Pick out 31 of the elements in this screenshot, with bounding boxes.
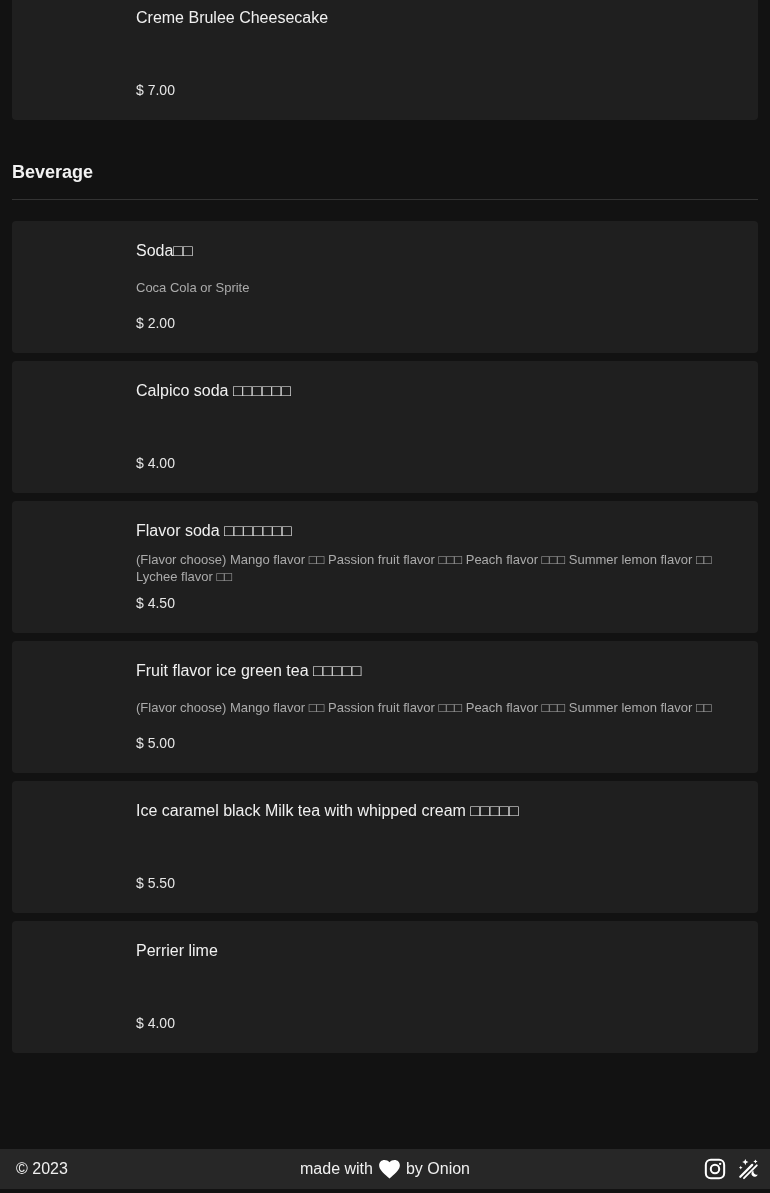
item-name: Creme Brulee Cheesecake [136, 8, 329, 28]
item-name: Ice caramel black Milk tea with whipped cream □□□□□ [136, 801, 519, 821]
item-price: $ 5.00 [136, 734, 175, 753]
magic-wand-icon[interactable] [738, 1158, 760, 1180]
item-price: $ 7.00 [136, 81, 175, 100]
item-description: (Flavor choose) Mango flavor □□ Passion fruit flavor □□□ Peach flavor □□□ Summer lemon flavor □□ Lychee flavor □□ [136, 550, 713, 585]
item-description: Coca Cola or Sprite [136, 279, 250, 296]
menu-item-card[interactable]: Perrier lime $ 4.00 [12, 921, 758, 1053]
menu-item-card[interactable]: Calpico soda □□□□□□ $ 4.00 [12, 361, 758, 493]
item-name: Calpico soda □□□□□□ [136, 381, 291, 401]
menu-item-card[interactable]: Soda□□ Coca Cola or Sprite $ 2.00 [12, 221, 758, 353]
menu-item-card[interactable]: Flavor soda □□□□□□□ (Flavor choose) Mango flavor □□ Passion fruit flavor □□□ Peach flavor □□□ Summer lemon flavor □□ Lychee flavor □□ $ 4.50 [12, 501, 758, 633]
item-price: $ 4.00 [136, 1014, 175, 1033]
copyright-text: © 2023 [16, 1160, 68, 1177]
menu-item-card[interactable]: Fruit flavor ice green tea □□□□□ (Flavor choose) Mango flavor □□ Passion fruit flavor □□□ Peach flavor □□□ Summer lemon flavor □□ $ 5.00 [12, 641, 758, 773]
item-name: Soda□□ [136, 241, 193, 261]
menu-item-card[interactable]: Ice caramel black Milk tea with whipped cream □□□□□ $ 5.50 [12, 781, 758, 913]
item-price: $ 4.50 [136, 594, 175, 613]
instagram-icon[interactable] [704, 1158, 726, 1180]
item-price: $ 5.50 [136, 874, 175, 893]
section-heading: Beverage [12, 161, 94, 184]
item-price: $ 4.00 [136, 454, 175, 473]
item-price: $ 2.00 [136, 314, 175, 333]
author-text: by Onion [405, 1160, 470, 1178]
menu-item-card[interactable]: Creme Brulee Cheesecake $ 7.00 [12, 0, 758, 120]
item-description: (Flavor choose) Mango flavor □□ Passion fruit flavor □□□ Peach flavor □□□ Summer lemon flavor □□ [136, 699, 712, 716]
item-name: Fruit flavor ice green tea □□□□□ [136, 661, 362, 681]
heart-icon [378, 1159, 400, 1179]
item-name: Perrier lime [136, 941, 218, 961]
made-with-text: made with [300, 1160, 373, 1178]
item-name: Flavor soda □□□□□□□ [136, 521, 292, 541]
